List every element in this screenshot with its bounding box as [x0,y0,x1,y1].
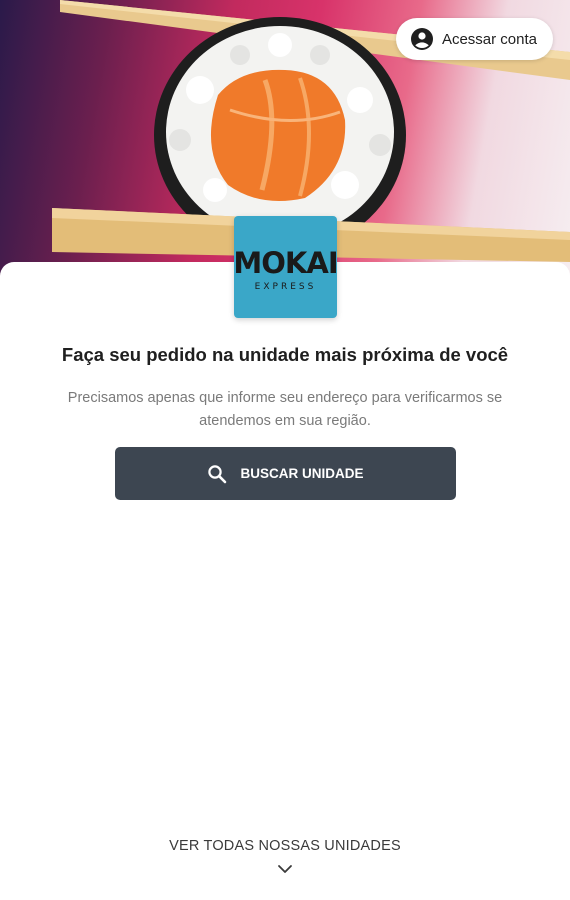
brand-logo: MOKAI EXPRESS [233,216,339,318]
page-description: Precisamos apenas que informe seu endere… [67,390,503,429]
login-button[interactable]: Acessar conta [395,18,553,60]
view-all-units-link[interactable]: VER TODAS NOSSAS UNIDADES [0,838,570,854]
account-circle-icon [410,27,434,51]
chevron-down-icon[interactable] [276,862,294,876]
search-unit-button-label: BUSCAR UNIDADE [240,466,364,481]
logo-wordmark: MOKAI [233,245,338,280]
search-unit-button[interactable]: BUSCAR UNIDADE [115,447,456,500]
login-button-label: Acessar conta [441,30,537,48]
logo-subtext: EXPRESS [254,281,317,292]
page-headline: Faça seu pedido na unidade mais próxima … [61,344,509,365]
search-icon [207,464,227,484]
